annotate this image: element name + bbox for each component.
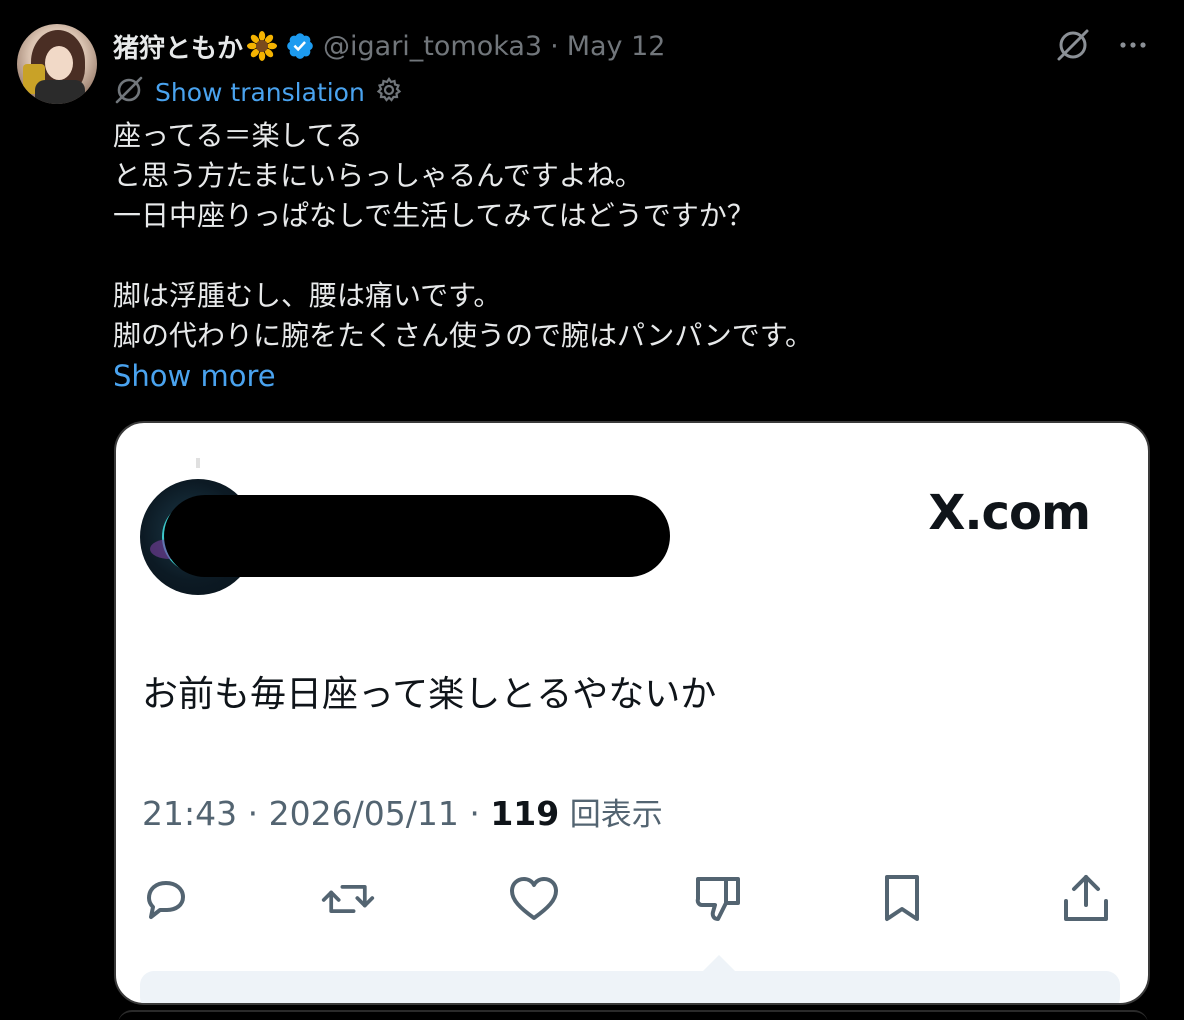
sunflower-emoji-icon xyxy=(247,31,278,61)
dislike-icon xyxy=(690,871,746,927)
show-translation-link[interactable]: Show translation xyxy=(155,78,365,107)
meta-separator: · xyxy=(247,794,259,833)
redaction-bar xyxy=(164,495,670,577)
translate-icon xyxy=(113,74,145,110)
embedded-tweet-text: お前も毎日座って楽しとるやないか xyxy=(142,674,717,715)
verified-badge-icon[interactable] xyxy=(285,31,315,61)
author-name[interactable]: 猪狩ともか xyxy=(113,28,243,65)
grok-icon[interactable] xyxy=(1054,26,1092,68)
embedded-time: 21:43 xyxy=(142,794,238,833)
embedded-date: 2026/05/11 xyxy=(268,794,459,833)
author-handle[interactable]: @igari_tomoka3 xyxy=(323,31,542,62)
tweet-text: 座ってる＝楽してる と思う方たまにいらっしゃるんですよね。 一日中座りっぱなしで… xyxy=(113,116,1153,356)
translation-row: Show translation xyxy=(113,74,403,110)
tweet-text-line: 一日中座りっぱなしで生活してみてはどうですか？ xyxy=(113,199,755,232)
embedded-tweet-meta: 21:43 · 2026/05/11 · 119 回表示 xyxy=(142,789,663,834)
more-icon[interactable] xyxy=(1118,30,1148,64)
settings-icon[interactable] xyxy=(375,76,403,108)
x-com-logo: X.com xyxy=(928,485,1091,541)
card-bottom-bar xyxy=(140,971,1120,1003)
meta-separator: · xyxy=(469,794,480,833)
avatar-outfit xyxy=(35,80,85,104)
tweet-text-line: と思う方たまにいらっしゃるんですよね。 xyxy=(113,159,643,192)
embedded-action-bar xyxy=(138,871,1108,921)
retweet-icon xyxy=(320,871,376,927)
next-item-edge xyxy=(118,1010,1148,1020)
tweet-date[interactable]: May 12 xyxy=(567,31,666,62)
tweet-text-line xyxy=(113,236,1153,276)
author-avatar[interactable] xyxy=(17,24,97,104)
avatar-face xyxy=(45,46,73,80)
reply-icon xyxy=(138,871,194,927)
image-artifact xyxy=(196,458,200,468)
embedded-image[interactable]: X.com お前も毎日座って楽しとるやないか 21:43 · 2026/05/1… xyxy=(114,421,1150,1005)
tweet-text-line: 脚の代わりに腕をたくさん使うので腕はパンパンです。 xyxy=(113,319,814,352)
views-count: 119 xyxy=(490,794,560,833)
tweet-header: 猪狩ともか @igari_tomoka3 · May 12 xyxy=(113,26,665,66)
tweet-text-line: 座ってる＝楽してる xyxy=(113,119,363,152)
tweet-text-line: 脚は浮腫むし、腰は痛いです。 xyxy=(113,279,502,312)
share-icon xyxy=(1058,871,1114,927)
like-icon xyxy=(506,871,562,927)
tweet-top-actions xyxy=(1054,26,1148,68)
show-more-link[interactable]: Show more xyxy=(113,356,276,396)
bookmark-icon xyxy=(874,871,930,927)
views-label: 回表示 xyxy=(569,797,663,833)
header-separator: · xyxy=(550,30,559,62)
